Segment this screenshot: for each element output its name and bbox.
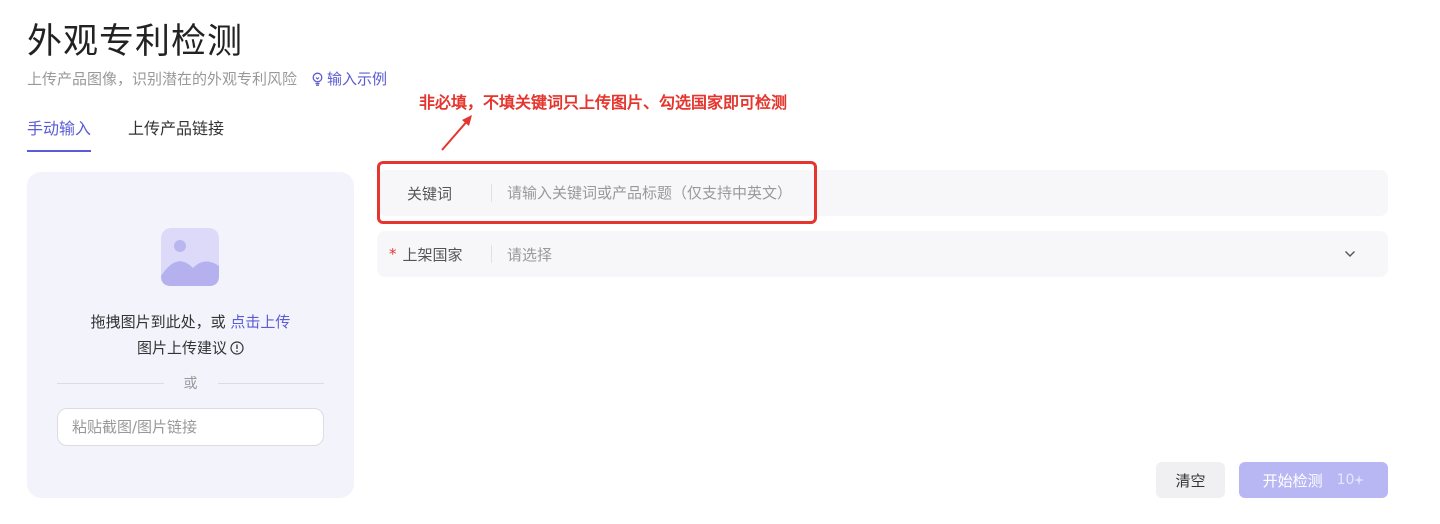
keyword-input[interactable] <box>492 170 1388 216</box>
cost-value: 10 <box>1336 472 1355 488</box>
clear-button[interactable]: 清空 <box>1156 462 1225 498</box>
click-upload-link[interactable]: 点击上传 <box>230 313 290 331</box>
annotation-arrow-icon <box>441 115 472 151</box>
start-detection-button[interactable]: 开始检测 10 <box>1239 462 1388 498</box>
page-title: 外观专利检测 <box>27 22 244 62</box>
country-label: 上架国家 <box>402 245 463 264</box>
drag-instruction: 拖拽图片到此处，或 点击上传 <box>27 311 354 333</box>
input-example-link[interactable]: 输入示例 <box>311 68 387 90</box>
or-divider: 或 <box>57 372 324 394</box>
paste-image-link-input[interactable] <box>57 408 324 446</box>
or-label: 或 <box>183 376 198 392</box>
tab-manual-input[interactable]: 手动输入 <box>27 116 92 152</box>
image-upload-dropzone[interactable]: 拖拽图片到此处，或 点击上传 图片上传建议 或 <box>27 172 354 498</box>
subtitle-text: 上传产品图像，识别潜在的外观专利风险 <box>27 70 298 88</box>
lightbulb-icon <box>312 72 323 86</box>
image-placeholder-icon <box>161 228 219 286</box>
info-icon[interactable] <box>230 341 244 355</box>
country-label-wrap: * 上架国家 <box>377 231 492 277</box>
cost-badge: 10 <box>1337 472 1365 488</box>
tab-upload-product-link[interactable]: 上传产品链接 <box>128 116 224 150</box>
upload-advice-label: 图片上传建议 <box>136 339 227 357</box>
start-detection-label: 开始检测 <box>1262 471 1323 490</box>
chevron-down-icon <box>1345 251 1355 257</box>
input-mode-tabs: 手动输入 上传产品链接 <box>27 116 261 152</box>
drag-text: 拖拽图片到此处，或 <box>90 313 226 331</box>
sparkle-icon <box>1354 475 1365 485</box>
country-select[interactable]: * 上架国家 请选择 <box>377 231 1388 277</box>
country-select-placeholder: 请选择 <box>507 245 553 264</box>
page: 外观专利检测 上传产品图像，识别潜在的外观专利风险 输入示例 非必填，不填关键词… <box>0 0 1440 524</box>
required-mark: * <box>389 245 397 263</box>
input-example-label: 输入示例 <box>327 70 388 88</box>
upload-advice[interactable]: 图片上传建议 <box>27 337 354 359</box>
keyword-field: 关键词 <box>377 170 1388 216</box>
divider-line-left <box>57 382 164 384</box>
keyword-label: 关键词 <box>377 170 492 216</box>
divider-line-right <box>217 382 324 384</box>
page-subtitle: 上传产品图像，识别潜在的外观专利风险 输入示例 <box>27 68 387 90</box>
